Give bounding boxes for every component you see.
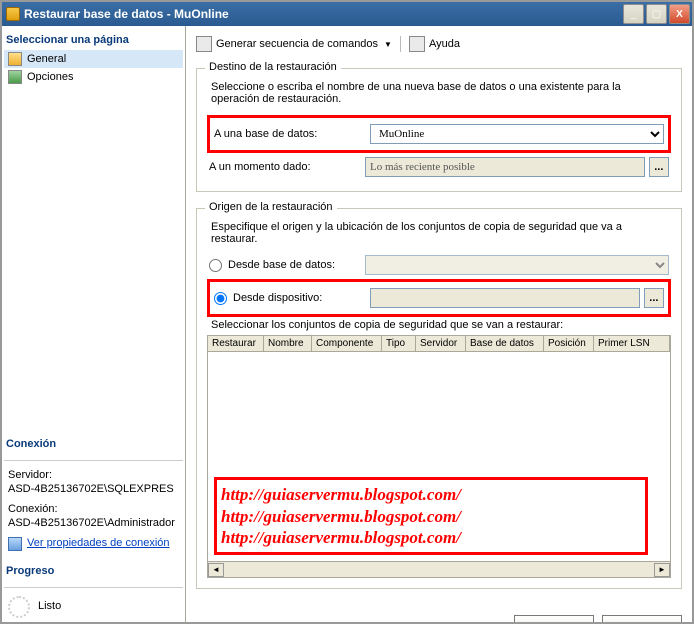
conexion-label: Conexión: (8, 503, 179, 515)
grid-hscrollbar[interactable]: ◄ ► (207, 562, 671, 578)
ver-propiedades-link[interactable]: Ver propiedades de conexión (27, 537, 170, 549)
db-row-highlight: A una base de datos: MuOnline (207, 115, 671, 153)
backup-grid-header: Restaurar Nombre Componente Tipo Servido… (207, 335, 671, 352)
opciones-icon (8, 70, 22, 84)
script-button[interactable]: Generar secuencia de comandos (216, 38, 378, 50)
nav-label: Opciones (27, 71, 73, 83)
radio-from-db[interactable] (209, 259, 222, 272)
col-primerlsn[interactable]: Primer LSN (594, 336, 670, 351)
servidor-value: ASD-4B25136702E\SQLEXPRES (8, 483, 179, 495)
nav-label: General (27, 53, 66, 65)
progress-status: Listo (38, 600, 61, 612)
progress-spinner-icon (8, 596, 30, 618)
db-label: A una base de datos: (214, 128, 364, 140)
watermark: http://guiaservermu.blogspot.com/ http:/… (214, 477, 648, 555)
main-panel: Generar secuencia de comandos ▼ Ayuda De… (186, 26, 692, 622)
titlebar: Restaurar base de datos - MuOnline _ ▢ X (2, 2, 692, 26)
col-basedatos[interactable]: Base de datos (466, 336, 544, 351)
general-icon (8, 52, 22, 66)
db-select[interactable]: MuOnline (370, 124, 664, 144)
device-path-input (370, 288, 640, 308)
col-servidor[interactable]: Servidor (416, 336, 466, 351)
servidor-label: Servidor: (8, 469, 179, 481)
close-button[interactable]: X (669, 4, 690, 24)
help-button[interactable]: Ayuda (429, 38, 460, 50)
time-input (365, 157, 645, 177)
nav-item-general[interactable]: General (4, 50, 183, 68)
cancel-button[interactable]: Cancelar (602, 615, 682, 622)
device-row-highlight: Desde dispositivo: ... (207, 279, 671, 317)
time-label: A un momento dado: (209, 161, 359, 173)
radio-from-db-label: Desde base de datos: (228, 259, 335, 271)
col-componente[interactable]: Componente (312, 336, 382, 351)
window-title: Restaurar base de datos - MuOnline (24, 7, 623, 21)
chevron-down-icon[interactable]: ▼ (384, 40, 392, 49)
time-browse-button[interactable]: ... (649, 157, 669, 177)
toolbar: Generar secuencia de comandos ▼ Ayuda (196, 32, 682, 62)
scroll-left-button[interactable]: ◄ (208, 563, 224, 577)
properties-icon (8, 537, 22, 551)
backup-grid-body[interactable]: http://guiaservermu.blogspot.com/ http:/… (207, 352, 671, 562)
destino-group: Destino de la restauración Seleccione o … (196, 68, 682, 192)
left-panel: Seleccionar una página General Opciones … (2, 26, 186, 622)
origen-title: Origen de la restauración (205, 201, 337, 213)
nav-item-opciones[interactable]: Opciones (4, 68, 183, 86)
origen-group: Origen de la restauración Especifique el… (196, 208, 682, 589)
radio-from-device-label: Desde dispositivo: (233, 292, 322, 304)
radio-from-device[interactable] (214, 292, 227, 305)
origen-desc: Especifique el origen y la ubicación de … (211, 221, 667, 245)
destino-title: Destino de la restauración (205, 61, 341, 73)
script-icon (196, 36, 212, 52)
app-icon (6, 7, 20, 21)
from-db-select (365, 255, 669, 275)
col-posicion[interactable]: Posición (544, 336, 594, 351)
progreso-header: Progreso (6, 565, 181, 577)
conexion-value: ASD-4B25136702E\Administrador (8, 517, 179, 529)
help-icon (409, 36, 425, 52)
grid-header-label: Seleccionar los conjuntos de copia de se… (211, 319, 667, 331)
conexion-header: Conexión (6, 438, 181, 450)
scroll-right-button[interactable]: ► (654, 563, 670, 577)
restore-db-window: Restaurar base de datos - MuOnline _ ▢ X… (0, 0, 694, 624)
maximize-button[interactable]: ▢ (646, 4, 667, 24)
col-nombre[interactable]: Nombre (264, 336, 312, 351)
col-tipo[interactable]: Tipo (382, 336, 416, 351)
device-browse-button[interactable]: ... (644, 288, 664, 308)
page-selector-header: Seleccionar una página (6, 34, 181, 46)
minimize-button[interactable]: _ (623, 4, 644, 24)
col-restaurar[interactable]: Restaurar (208, 336, 264, 351)
ok-button[interactable]: Aceptar (514, 615, 594, 622)
destino-desc: Seleccione o escriba el nombre de una nu… (211, 81, 667, 105)
